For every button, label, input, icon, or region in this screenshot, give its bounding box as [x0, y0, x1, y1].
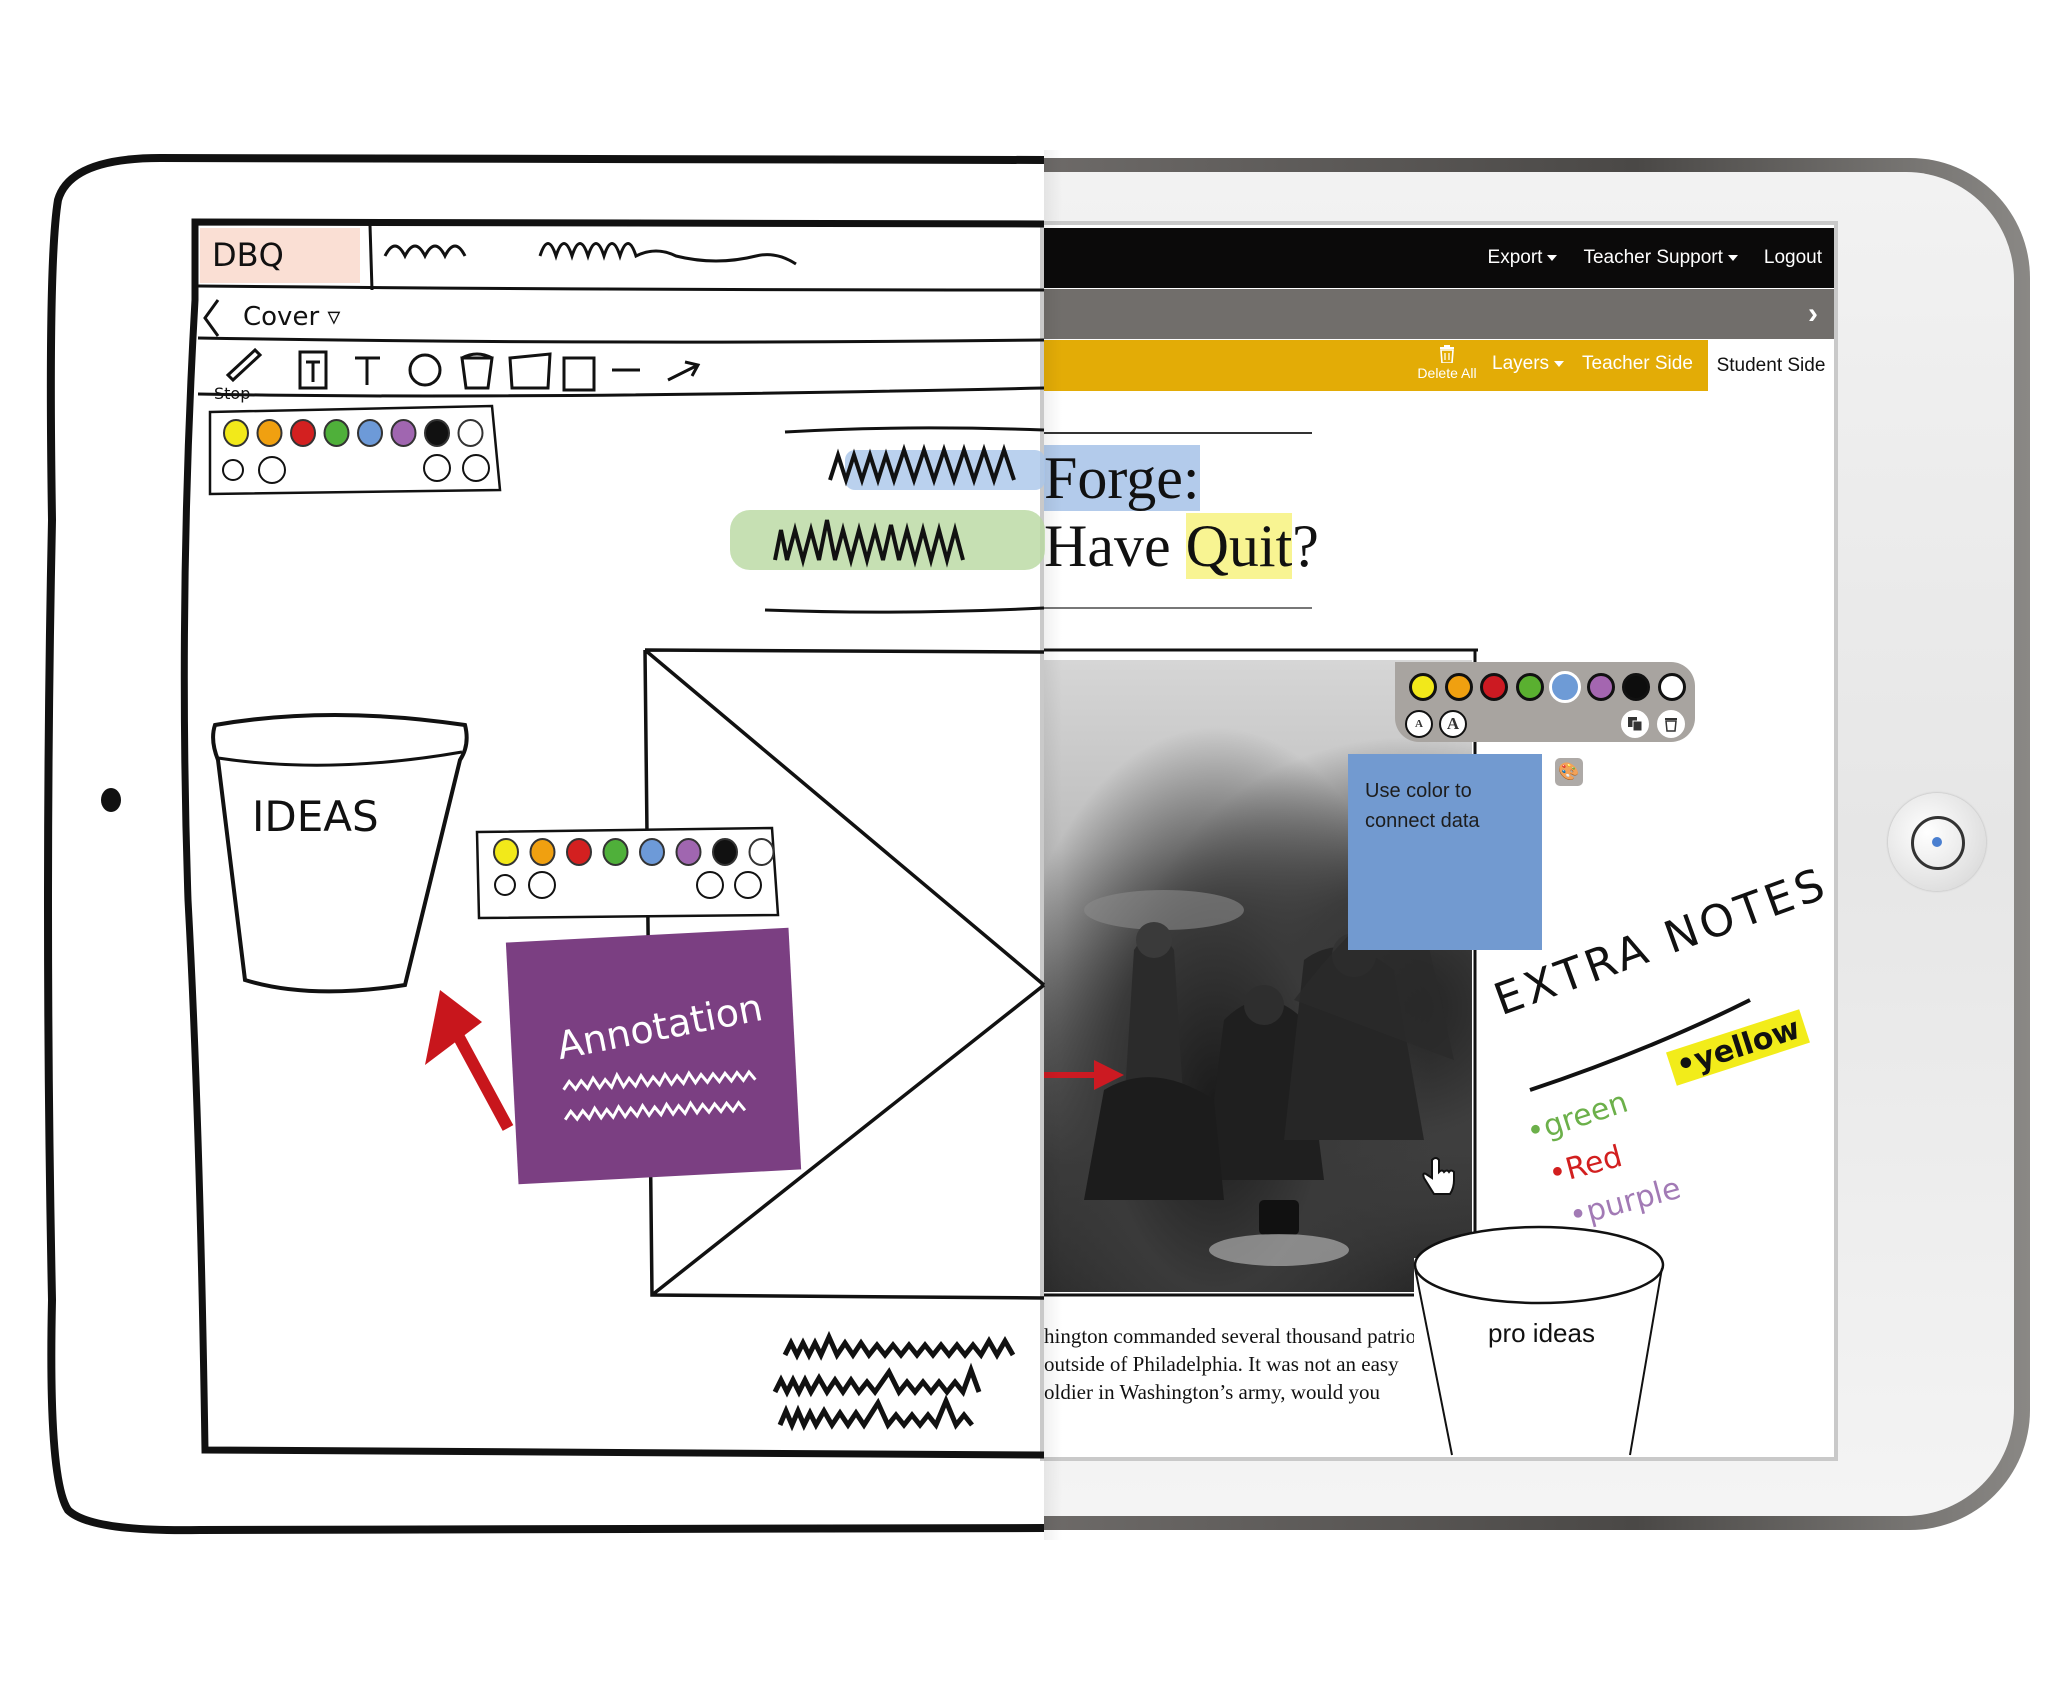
sketch-stop-label: Stop — [214, 384, 251, 403]
sketch-body-text-scribble — [772, 1330, 1016, 1432]
sketch-title-scribble — [383, 242, 797, 266]
sketch-annotation-scribble — [562, 1069, 757, 1122]
sketch-swatch-3 — [602, 838, 629, 866]
sketch-text-icon — [355, 356, 380, 385]
sketch-tool-icons — [225, 347, 701, 392]
sketch-ideas-label: IDEAS — [252, 792, 379, 841]
sketch-nav-label: Cover — [243, 302, 320, 332]
sketch-nav-dropdown[interactable]: Cover ▿ — [243, 302, 340, 332]
sketch-pencil-icon — [225, 347, 263, 383]
sketch-circle-icon — [408, 353, 442, 387]
sketch-camera-icon — [101, 788, 121, 812]
sketch-bucket-icon — [460, 352, 494, 390]
sketch-swatch-4 — [357, 419, 383, 447]
sketch-back-icon — [203, 299, 220, 337]
sketch-swatch-6 — [712, 838, 738, 866]
sketch-arrow-icon — [667, 360, 701, 382]
sketch-swatch-2 — [566, 838, 592, 866]
sketch-red-arrow-shaft — [449, 1027, 514, 1131]
sketch-rect-icon — [508, 352, 552, 390]
sketch-swatch-2 — [290, 419, 316, 447]
sketch-swatch-6 — [424, 419, 450, 447]
sketch-swatch-1 — [256, 419, 283, 447]
sketch-layer — [44, 154, 1046, 1535]
sketch-ui-divider — [1044, 150, 1062, 1540]
sketch-swatch-3 — [323, 419, 350, 447]
sketch-swatch-5 — [675, 838, 702, 866]
sketch-app-label: DBQ — [212, 236, 284, 274]
pro-ideas-label: pro ideas — [1488, 1318, 1595, 1348]
sketch-palette-top — [208, 404, 502, 496]
sketch-swatch-7 — [457, 419, 484, 447]
sketch-square-icon — [562, 356, 596, 392]
sketch-swatch-5 — [390, 419, 417, 447]
sketch-annotation-note: Annotation — [505, 927, 802, 1185]
sketch-swatch-7 — [748, 838, 775, 866]
sketch-swatch-1 — [529, 838, 556, 866]
sketch-swatch-0 — [493, 838, 519, 866]
sketch-swatch-4 — [639, 838, 665, 866]
sketch-swatch-0 — [223, 419, 249, 447]
